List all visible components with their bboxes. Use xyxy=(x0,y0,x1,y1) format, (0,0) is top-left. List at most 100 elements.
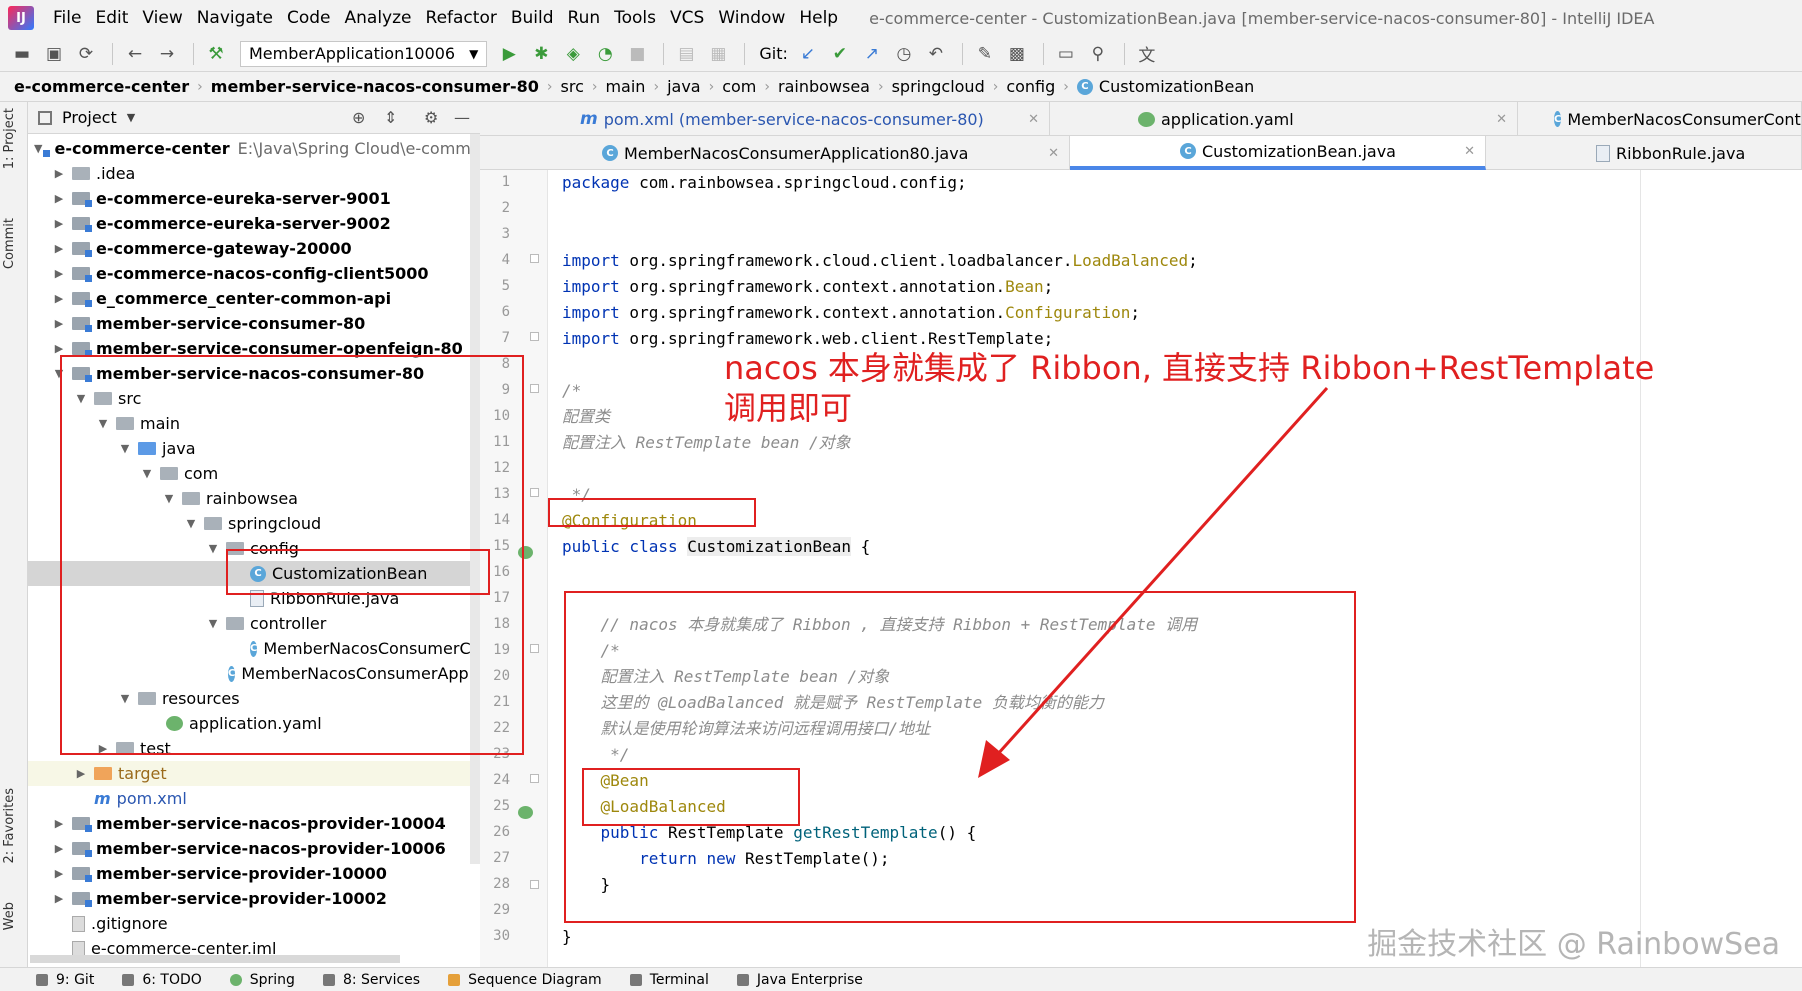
open-folder-icon[interactable]: ▬ xyxy=(8,40,36,68)
close-icon[interactable]: ✕ xyxy=(1496,112,1507,127)
tree-item-module[interactable]: ▶ e-commerce-eureka-server-9001 xyxy=(28,186,480,211)
run-configuration-select[interactable]: MemberApplication10006 ▼ xyxy=(240,40,488,67)
services-tool-button[interactable]: 8: Services xyxy=(322,972,420,988)
tab-application80[interactable]: C MemberNacosConsumerApplication80.java … xyxy=(592,136,1070,170)
close-icon[interactable]: ✕ xyxy=(1048,146,1059,161)
project-panel-title[interactable]: Project xyxy=(62,108,117,127)
close-icon[interactable]: ✕ xyxy=(1464,144,1475,159)
fold-marker-icon[interactable] xyxy=(530,332,539,341)
git-push-icon[interactable]: ↗ xyxy=(858,40,886,68)
rollback-icon[interactable]: ↶ xyxy=(922,40,950,68)
fold-marker-icon[interactable] xyxy=(530,384,539,393)
tree-item-module[interactable]: ▶ member-service-consumer-80 xyxy=(28,311,480,336)
menu-help[interactable]: Help xyxy=(792,8,845,28)
tree-item-label: e-commerce-gateway-20000 xyxy=(96,239,352,258)
menu-file[interactable]: File xyxy=(46,8,88,28)
tree-item-module[interactable]: ▶ e-commerce-eureka-server-9002 xyxy=(28,211,480,236)
fold-marker-icon[interactable] xyxy=(530,488,539,497)
menu-view[interactable]: View xyxy=(135,8,189,28)
tree-item-root[interactable]: ▼ e-commerce-center E:\Java\Spring Cloud\… xyxy=(28,136,480,161)
back-arrow-icon[interactable]: ← xyxy=(121,40,149,68)
crumb-src[interactable]: src xyxy=(561,77,584,96)
terminal-window-icon[interactable]: ▭ xyxy=(1052,40,1080,68)
crumb-springcloud[interactable]: springcloud xyxy=(892,77,985,96)
tree-item-module[interactable]: ▶ member-service-nacos-provider-10006 xyxy=(28,836,480,861)
close-icon[interactable]: ✕ xyxy=(1028,112,1039,127)
tree-item-target[interactable]: ▶ target xyxy=(28,761,480,786)
tree-item-module[interactable]: ▶ member-service-nacos-provider-10004 xyxy=(28,811,480,836)
menu-refactor[interactable]: Refactor xyxy=(419,8,504,28)
stop-icon[interactable]: ■ xyxy=(623,40,651,68)
project-structure-icon[interactable]: ▩ xyxy=(1003,40,1031,68)
run-icon[interactable]: ▶ xyxy=(495,40,523,68)
menu-tools[interactable]: Tools xyxy=(607,8,663,28)
web-tool-tab[interactable]: Web xyxy=(2,902,17,930)
yaml-file-icon xyxy=(1138,111,1155,127)
menu-run[interactable]: Run xyxy=(561,8,608,28)
tab-pom-xml[interactable]: m pom.xml (member-service-nacos-consumer… xyxy=(570,102,1050,136)
crumb-java[interactable]: java xyxy=(667,77,701,96)
crumb-project[interactable]: e-commerce-center xyxy=(14,77,189,96)
menu-build[interactable]: Build xyxy=(504,8,561,28)
commit-tool-tab[interactable]: Commit xyxy=(2,218,17,269)
spring-bean-icon[interactable] xyxy=(518,806,533,819)
translate-icon[interactable]: 文 xyxy=(1133,40,1161,68)
wrench-icon[interactable]: ✎ xyxy=(971,40,999,68)
fold-marker-icon[interactable] xyxy=(530,880,539,889)
debug-icon[interactable]: ✱ xyxy=(527,40,555,68)
terminal-tool-button[interactable]: Terminal xyxy=(629,972,709,988)
git-update-icon[interactable]: ↙ xyxy=(794,40,822,68)
tree-horizontal-scrollbar[interactable] xyxy=(30,955,400,963)
search-icon[interactable]: ⚲ xyxy=(1084,40,1112,68)
crumb-class[interactable]: CustomizationBean xyxy=(1099,77,1254,96)
fold-marker-icon[interactable] xyxy=(530,644,539,653)
git-commit-icon[interactable]: ✔ xyxy=(826,40,854,68)
menu-window[interactable]: Window xyxy=(711,8,792,28)
build-hammer-icon[interactable]: ⚒ xyxy=(202,40,230,68)
chevron-down-icon[interactable]: ▼ xyxy=(127,111,135,124)
forward-arrow-icon[interactable]: → xyxy=(153,40,181,68)
profile-icon[interactable]: ◔ xyxy=(591,40,619,68)
tree-item-module[interactable]: ▶ member-service-provider-10000 xyxy=(28,861,480,886)
java-enterprise-tool-button[interactable]: Java Enterprise xyxy=(736,972,863,988)
crumb-module[interactable]: member-service-nacos-consumer-80 xyxy=(211,77,539,96)
tab-customizationbean[interactable]: C CustomizationBean.java ✕ xyxy=(1070,136,1486,170)
tree-item-pom[interactable]: m pom.xml xyxy=(28,786,480,811)
collapse-all-icon[interactable]: ⇕ xyxy=(384,108,397,127)
locate-icon[interactable]: ⊕ xyxy=(352,108,365,127)
fold-marker-icon[interactable] xyxy=(530,254,539,263)
menu-analyze[interactable]: Analyze xyxy=(338,8,419,28)
gear-icon[interactable]: ⚙ xyxy=(424,108,438,127)
menu-navigate[interactable]: Navigate xyxy=(190,8,280,28)
crumb-com[interactable]: com xyxy=(722,77,756,96)
crumb-main[interactable]: main xyxy=(605,77,645,96)
sync-icon[interactable]: ⟳ xyxy=(72,40,100,68)
todo-tool-button[interactable]: 6: TODO xyxy=(122,972,202,988)
coverage-icon[interactable]: ◈ xyxy=(559,40,587,68)
tab-ribbonrule[interactable]: RibbonRule.java xyxy=(1486,136,1802,170)
hide-panel-icon[interactable]: — xyxy=(454,108,470,127)
tab-controller[interactable]: C MemberNacosConsumerController.java xyxy=(1518,102,1802,136)
history-icon[interactable]: ◷ xyxy=(890,40,918,68)
spring-tool-button[interactable]: Spring xyxy=(229,972,295,988)
tree-item-module[interactable]: ▶ e-commerce-gateway-20000 xyxy=(28,236,480,261)
tree-item-gitignore[interactable]: .gitignore xyxy=(28,911,480,936)
attach-icon[interactable]: ▤ xyxy=(672,40,700,68)
git-tool-button[interactable]: 9: Git xyxy=(36,972,94,988)
menu-edit[interactable]: Edit xyxy=(88,8,135,28)
structure-icon[interactable]: ▦ xyxy=(704,40,732,68)
menu-vcs[interactable]: VCS xyxy=(663,8,711,28)
crumb-rainbowsea[interactable]: rainbowsea xyxy=(778,77,870,96)
project-tool-tab[interactable]: 1: Project xyxy=(2,108,17,169)
tree-item-module[interactable]: ▶ member-service-provider-10002 xyxy=(28,886,480,911)
tree-item-module[interactable]: ▶ e_commerce_center-common-api xyxy=(28,286,480,311)
menu-code[interactable]: Code xyxy=(280,8,338,28)
sequence-diagram-tool-button[interactable]: Sequence Diagram xyxy=(448,972,602,988)
fold-marker-icon[interactable] xyxy=(530,774,539,783)
tree-item-idea[interactable]: ▶ .idea xyxy=(28,161,480,186)
save-icon[interactable]: ▣ xyxy=(40,40,68,68)
tree-item-module[interactable]: ▶ e-commerce-nacos-config-client5000 xyxy=(28,261,480,286)
favorites-tool-tab[interactable]: 2: Favorites xyxy=(2,788,17,864)
crumb-config[interactable]: config xyxy=(1006,77,1055,96)
tab-application-yaml[interactable]: application.yaml ✕ xyxy=(1128,102,1518,136)
